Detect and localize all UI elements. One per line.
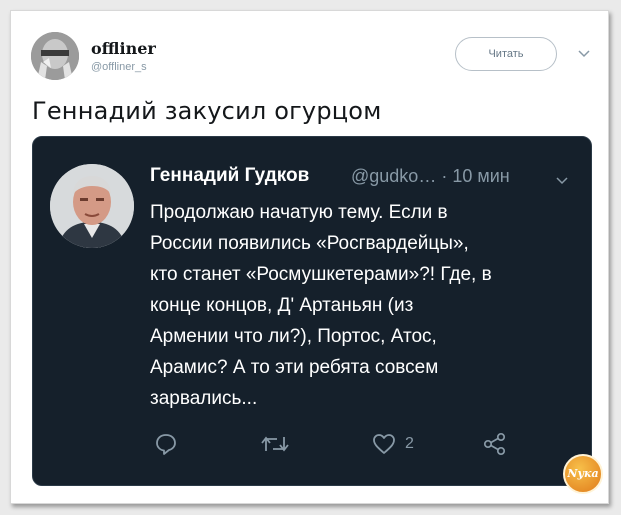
reply-icon <box>156 434 176 455</box>
text-line: зарвались... <box>150 388 258 409</box>
share-icon <box>483 432 506 456</box>
chevron-down-icon[interactable] <box>577 47 591 61</box>
avatar[interactable] <box>31 32 79 80</box>
like-button[interactable]: 2 <box>371 431 414 457</box>
text-line: Арамис? А то эти ребята совсем <box>150 357 439 378</box>
quoted-meta: @gudko… · 10 мин <box>351 166 510 187</box>
text-line: кто станет «Росмушкетерами»?! Где, в <box>150 264 492 285</box>
quoted-author-name[interactable]: Геннадий Гудков <box>150 165 309 187</box>
follow-button[interactable]: Читать <box>455 37 557 71</box>
quoted-tweet-text: Продолжаю начатую тему. Если в России по… <box>150 197 570 414</box>
quoted-author-handle[interactable]: @gudko… <box>351 166 436 186</box>
retweet-button[interactable] <box>260 431 290 457</box>
text-line: Армении что ли?), Портос, Атос, <box>150 326 437 347</box>
tweet-text: Геннадий закусил огурцом <box>32 97 382 125</box>
author-handle[interactable]: @offliner_s <box>91 61 147 73</box>
text-line: России появились «Росгвардейцы», <box>150 233 469 254</box>
text-line: конце концов, Д' Артаньян (из <box>150 295 414 316</box>
watermark-logo: Nука <box>563 454 603 494</box>
like-count: 2 <box>405 435 414 452</box>
retweet-icon <box>261 436 289 452</box>
tweet-card: offliner @offliner_s Читать Геннадий зак… <box>10 10 609 504</box>
heart-icon <box>373 434 395 454</box>
reply-button[interactable] <box>153 431 179 457</box>
quoted-timestamp[interactable]: · 10 мин <box>441 166 509 186</box>
chevron-down-icon[interactable] <box>555 174 569 188</box>
quoted-tweet[interactable]: Геннадий Гудков @gudko… · 10 мин Продолж… <box>32 136 592 486</box>
author-name[interactable]: offliner <box>91 39 156 58</box>
share-button[interactable] <box>482 431 508 457</box>
text-line: Продолжаю начатую тему. Если в <box>150 202 448 223</box>
quoted-avatar[interactable] <box>50 164 134 248</box>
